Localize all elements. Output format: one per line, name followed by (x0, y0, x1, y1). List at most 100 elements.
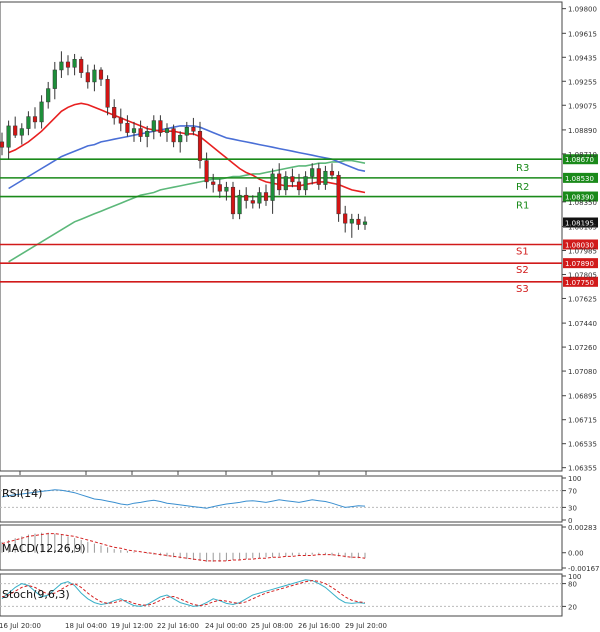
candle-body (329, 170, 335, 176)
candle-body (79, 59, 84, 73)
candle-body (59, 61, 64, 71)
rsi-tick-label: 100 (568, 475, 581, 483)
candle-body (310, 168, 315, 177)
macd-tick-label: -0.001679 (568, 565, 600, 573)
macd-title: MACD(12,26,9) (2, 542, 86, 555)
candle-body (171, 128, 176, 143)
candle-body (32, 116, 38, 123)
candle-body (26, 116, 31, 129)
candle-body (263, 192, 269, 201)
time-tick-label: 18 Jul 04:00 (65, 622, 107, 630)
candle-body (230, 186, 236, 215)
candle-body (46, 88, 51, 103)
level-price-label: 1.07750 (565, 279, 594, 287)
price-tick-label: 1.06895 (568, 393, 597, 401)
level-name-r3: R3 (516, 163, 529, 174)
price-tick-label: 1.07080 (568, 368, 597, 376)
macd-indicator: 0.00283 0.00 -0.001679 (1, 524, 600, 573)
candle-body (6, 125, 11, 148)
price-axis: 1.09800 1.09615 1.09435 1.09255 1.09075 1.088… (562, 6, 597, 473)
macd-tick-label: 0.00283 (568, 524, 597, 532)
time-tick-label: 26 Jul 16:00 (298, 622, 340, 630)
candle-body (277, 173, 282, 191)
level-name-r1: R1 (516, 201, 529, 212)
price-tick-label: 1.07440 (568, 320, 597, 328)
candle-body (224, 186, 229, 192)
rsi-tick-label: 70 (568, 488, 577, 496)
candle-body (138, 128, 143, 137)
candle-body (336, 174, 341, 215)
candle-body (164, 128, 170, 133)
price-tick-label: 1.09800 (568, 6, 597, 14)
candle-body (158, 120, 163, 133)
candle-body (356, 218, 361, 225)
time-tick-label: 19 Jul 12:00 (111, 622, 153, 630)
time-tick-label: 24 Jul 00:00 (205, 622, 247, 630)
stoch-title: Stoch(9,6,3) (2, 588, 70, 601)
time-tick-label: 22 Jul 16:00 (157, 622, 199, 630)
rsi-line (1, 489, 366, 509)
candle-body (303, 176, 308, 191)
price-tick-label: 1.09255 (568, 78, 597, 86)
candle-body (323, 170, 328, 185)
candle-body (151, 120, 156, 132)
rsi-title: RSI(14) (2, 487, 42, 500)
candle-body (217, 184, 222, 192)
price-tick-label: 1.06355 (568, 465, 597, 473)
candle-body (290, 176, 295, 183)
price-tick-label: 1.07805 (568, 271, 597, 279)
candle-body (145, 130, 150, 137)
candle-body (296, 181, 302, 191)
time-tick-label: 16 Jul 20:00 (0, 622, 41, 630)
candle-body (316, 168, 321, 185)
price-tick-label: 1.08350 (568, 199, 597, 207)
price-tick-label: 1.07625 (568, 295, 597, 303)
price-tick-label: 1.08710 (568, 151, 597, 159)
price-tick-label: 1.06715 (568, 417, 597, 425)
candles (0, 51, 368, 238)
price-tick-label: 1.07985 (568, 247, 597, 255)
candle-body (237, 194, 242, 215)
candle-body (112, 107, 117, 119)
time-tick-label: 29 Jul 20:00 (345, 622, 387, 630)
candle-body (283, 176, 288, 191)
price-tick-label: 1.08890 (568, 127, 597, 135)
candle-body (197, 130, 203, 161)
candle-body (250, 200, 255, 204)
price-tick-label: 1.08165 (568, 224, 597, 232)
candle-body (362, 221, 368, 225)
candle-body (92, 69, 97, 83)
level-price-label: 1.07890 (565, 260, 594, 268)
candle-body (257, 192, 262, 204)
price-tick-label: 1.09615 (568, 30, 597, 38)
time-tick-label: 25 Jul 08:00 (251, 622, 293, 630)
stoch-tick-label: 20 (568, 603, 577, 611)
price-tick-label: 1.09435 (568, 54, 597, 62)
chart-canvas: R31.08670R21.08530R11.08390S11.08030S21.… (0, 1, 600, 630)
rsi-indicator: 10070300 (0, 475, 581, 525)
candle-body (211, 181, 216, 185)
level-price-label: 1.08530 (565, 175, 594, 183)
candle-body (349, 218, 354, 224)
candle-body (125, 122, 130, 133)
stoch-tick-label: 80 (568, 581, 577, 589)
candle-body (19, 128, 24, 136)
candle-body (72, 59, 77, 68)
level-name-r2: R2 (516, 182, 529, 193)
candle-body (244, 194, 249, 201)
level-name-s2: S2 (516, 265, 529, 276)
candle-body (343, 213, 348, 224)
stoch-panel (0, 573, 563, 617)
candle-body (39, 101, 44, 123)
candle-body (65, 61, 71, 68)
rsi-panel (0, 475, 563, 523)
price-tick-label: 1.06535 (568, 441, 597, 449)
price-tick-label: 1.09075 (568, 102, 597, 110)
candle-body (85, 72, 90, 83)
candle-body (191, 126, 196, 132)
stoch-indicator: 1008020 (0, 573, 581, 611)
level-name-s3: S3 (516, 284, 529, 295)
ma-red-line (8, 102, 366, 194)
candle-body (184, 126, 189, 136)
candle-body (98, 69, 104, 80)
